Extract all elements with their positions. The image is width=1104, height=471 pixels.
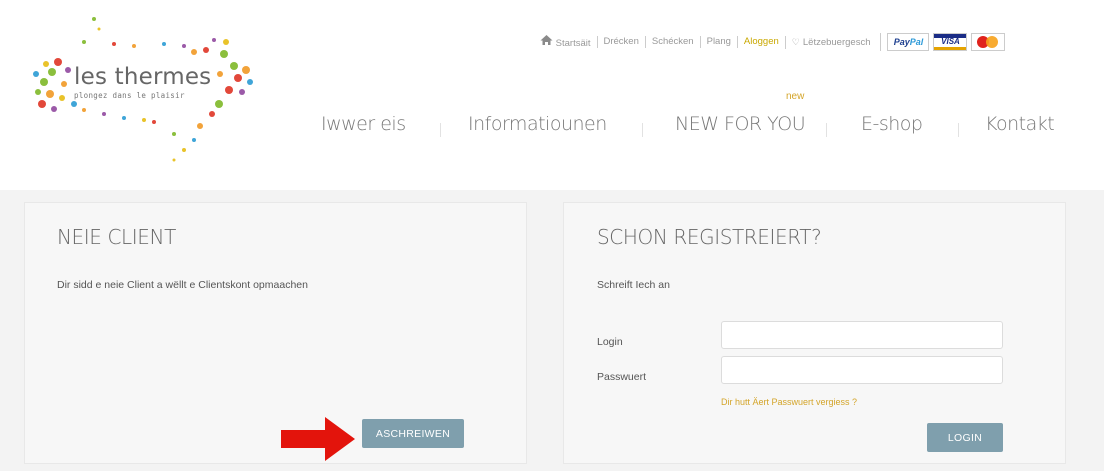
login-label: Login <box>597 336 623 348</box>
password-input[interactable] <box>721 356 1003 384</box>
nav-divider <box>958 123 959 137</box>
panel-title: SCHON REGISTREIERT? <box>597 225 822 249</box>
visa-icon: VISA <box>933 33 968 51</box>
nav-new-for-you[interactable]: NEW FOR YOU <box>675 113 806 135</box>
home-icon <box>540 35 553 45</box>
login-button[interactable]: LOGIN <box>927 423 1003 452</box>
top-link-home[interactable]: Startsäit <box>536 34 597 50</box>
nav-divider <box>440 123 441 137</box>
paypal-icon: Pay Pal <box>887 33 930 51</box>
top-link-login[interactable]: Aloggen <box>736 36 785 48</box>
panel-title: NEIE CLIENT <box>57 225 176 249</box>
nav-divider <box>826 123 827 137</box>
logo-tagline: plongez dans le plaisir <box>74 91 185 100</box>
main-nav: Iwwer eis Informatiounen NEW FOR YOU E-s… <box>0 113 1104 143</box>
top-link-language[interactable]: ♡ Lëtzebuergesch <box>784 35 877 49</box>
top-links: Startsäit Drécken Schécken Plang Aloggen… <box>536 33 1011 51</box>
top-link-label: Startsäit <box>555 38 591 49</box>
nav-information[interactable]: Informatiounen <box>468 113 607 135</box>
login-input[interactable] <box>721 321 1003 349</box>
nav-about[interactable]: Iwwer eis <box>321 113 406 135</box>
payment-logos: Pay Pal VISA <box>880 33 1011 51</box>
top-link-print[interactable]: Drécken <box>596 36 645 48</box>
nav-contact[interactable]: Kontakt <box>985 113 1055 135</box>
nav-eshop[interactable]: E-shop <box>861 113 923 135</box>
password-label: Passwuert <box>597 371 647 383</box>
top-link-label: Lëtzebuergesch <box>802 36 871 48</box>
mastercard-icon <box>971 33 1006 51</box>
new-client-panel: NEIE CLIENT Dir sidd e neie Client a wël… <box>24 202 527 464</box>
panel-description: Schreift Iech an <box>597 279 670 291</box>
login-panel: SCHON REGISTREIERT? Schreift Iech an Log… <box>563 202 1066 464</box>
nav-divider <box>642 123 643 137</box>
forgot-password-link[interactable]: Dir hutt Äert Passwuert vergiess ? <box>721 397 857 407</box>
logo-name: les thermes <box>74 64 212 90</box>
register-button[interactable]: ASCHREIWEN <box>362 419 464 448</box>
top-link-map[interactable]: Plang <box>699 36 737 48</box>
top-link-send[interactable]: Schécken <box>644 36 700 48</box>
panel-description: Dir sidd e neie Client a wëllt e Clients… <box>57 279 308 291</box>
arrow-right-icon <box>281 417 355 461</box>
new-badge: new <box>786 91 805 102</box>
heart-icon: ♡ <box>791 36 800 47</box>
